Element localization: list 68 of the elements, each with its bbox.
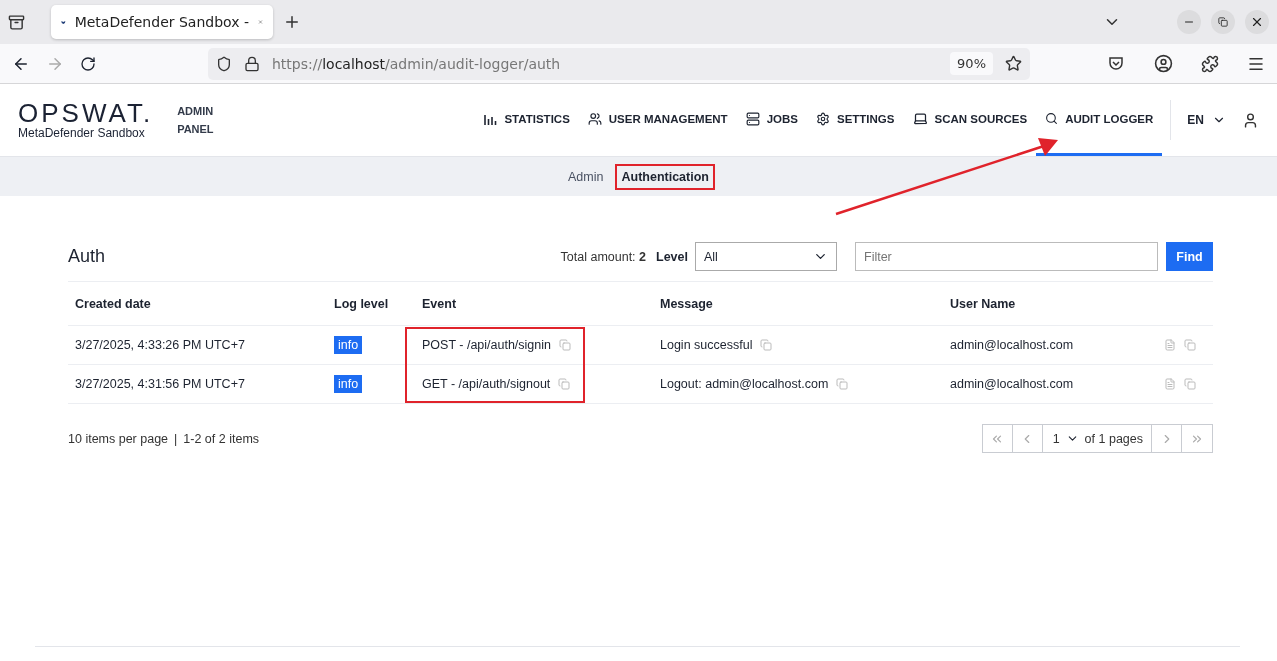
search-icon — [1045, 112, 1059, 125]
level-badge: info — [334, 375, 363, 393]
tab-list-icon[interactable] — [8, 13, 25, 31]
copy-icon[interactable] — [1184, 378, 1196, 390]
users-icon — [587, 111, 602, 126]
page-count: of 1 pages — [1084, 431, 1143, 446]
extensions-icon[interactable] — [1201, 54, 1219, 73]
shield-icon — [216, 55, 232, 72]
account-icon[interactable] — [1154, 54, 1173, 73]
column-header: User Name — [943, 282, 1157, 326]
copy-icon[interactable] — [1184, 339, 1196, 351]
language-select[interactable]: EN — [1179, 113, 1234, 127]
table-cell: 3/27/2025, 4:33:26 PM UTC+7 — [75, 338, 245, 352]
nav-link[interactable]: SCAN SOURCES — [903, 84, 1037, 156]
document-icon[interactable] — [1164, 339, 1176, 351]
reload-icon[interactable] — [80, 55, 96, 72]
column-header: Event — [415, 282, 653, 326]
product-name: MetaDefender Sandbox — [18, 126, 146, 140]
copy-icon[interactable] — [836, 378, 849, 390]
filter-field[interactable]: Filter — [855, 242, 1158, 271]
page-select[interactable]: 1 — [1052, 431, 1060, 446]
separator-text: | — [174, 431, 178, 446]
document-icon[interactable] — [1164, 378, 1176, 390]
panel-label: ADMIN PANEL — [177, 104, 215, 137]
items-per-page: 10 items per page — [68, 431, 169, 446]
address-bar[interactable]: https://localhost/admin/audit-logger/auth 90% — [208, 47, 1030, 80]
settings-icon — [816, 111, 830, 126]
nav-link[interactable]: STATISTICS — [474, 84, 579, 156]
tab-title: MetaDefender Sandbox - — [74, 14, 249, 30]
subnav-tab[interactable]: Admin — [562, 163, 610, 190]
pocket-icon[interactable] — [1108, 56, 1124, 71]
level-badge: info — [334, 336, 363, 354]
lock-icon — [244, 55, 260, 72]
level-select[interactable]: All — [695, 242, 837, 271]
table-cell: GET - /api/auth/signout — [422, 377, 551, 391]
url-text: https://localhost/admin/audit-logger/auth — [272, 55, 562, 72]
section-title: Auth — [68, 246, 106, 267]
table-cell: Logout: admin@localhost.com — [660, 377, 829, 391]
table-cell: admin@localhost.com — [950, 377, 1074, 391]
star-icon[interactable] — [1005, 55, 1022, 72]
copy-icon[interactable] — [558, 378, 571, 390]
column-header: Message — [653, 282, 943, 326]
copy-icon[interactable] — [559, 339, 571, 351]
level-label: Level — [656, 249, 688, 264]
laptop-icon — [912, 111, 928, 126]
table-cell: POST - /api/auth/signin — [422, 338, 551, 352]
minimize-icon[interactable] — [1177, 10, 1201, 34]
total-amount: Total amount: 2 — [560, 249, 647, 264]
table-cell: 3/27/2025, 4:31:56 PM UTC+7 — [75, 377, 245, 391]
find-button[interactable]: Find — [1166, 242, 1213, 271]
column-header: Created date — [68, 282, 327, 326]
table-cell: admin@localhost.com — [950, 338, 1074, 352]
server-icon — [745, 111, 760, 126]
restore-icon[interactable] — [1211, 10, 1235, 34]
nav-link[interactable]: SETTINGS — [807, 84, 904, 156]
items-range: 1-2 of 2 items — [183, 431, 260, 446]
column-header: Log level — [327, 282, 415, 326]
brand-logo: OPSWAT. — [18, 100, 154, 126]
nav-link[interactable]: USER MANAGEMENT — [578, 84, 737, 156]
nav-link[interactable]: JOBS — [736, 84, 807, 156]
zoom-level[interactable]: 90% — [950, 52, 993, 75]
new-tab-icon[interactable] — [283, 13, 301, 31]
subnav-tab[interactable]: Authentication — [615, 163, 715, 190]
copy-icon[interactable] — [760, 339, 773, 351]
browser-tab[interactable]: MetaDefender Sandbox - — [51, 5, 273, 39]
user-icon[interactable] — [1242, 111, 1259, 129]
table-cell: Login successful — [660, 338, 753, 352]
close-window-icon[interactable] — [1245, 10, 1269, 34]
